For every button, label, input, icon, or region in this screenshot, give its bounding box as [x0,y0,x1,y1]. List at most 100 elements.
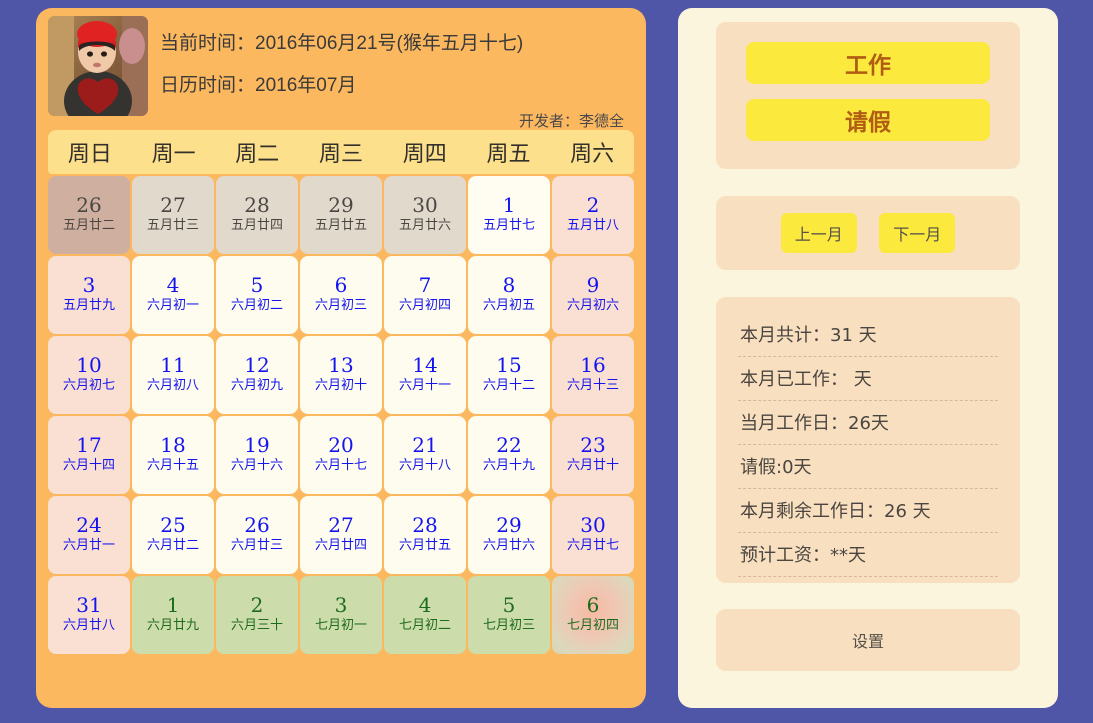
day-cell[interactable]: 5 七月初三 [468,576,550,654]
day-cell[interactable]: 29 五月廿五 [300,176,382,254]
day-lunar-label: 六月廿四 [314,538,367,554]
day-cell[interactable]: 19 六月十六 [216,416,298,494]
weekday-header-1: 周一 [151,142,196,167]
day-number: 21 [412,433,438,458]
day-number: 24 [76,513,102,538]
day-number: 1 [166,593,180,618]
day-cell[interactable]: 5 六月初二 [216,256,298,334]
date-grid: 26 五月廿二 27 五月廿三 28 五月廿四 29 五月廿五 30 五月廿六 1 五月廿七 2 五月廿八… [48,176,634,654]
day-lunar-label: 六月初二 [230,298,283,314]
day-cell[interactable]: 2 六月三十 [216,576,298,654]
leave-button[interactable]: 请假 [746,99,990,141]
day-number: 4 [418,593,432,618]
day-cell[interactable]: 30 六月廿七 [552,496,634,574]
stat-row: 请假:0天 [738,445,998,489]
day-cell[interactable]: 27 六月廿四 [300,496,382,574]
day-cell[interactable]: 21 六月十八 [384,416,466,494]
day-lunar-label: 五月廿五 [314,218,367,234]
day-lunar-label: 五月廿四 [230,218,283,234]
day-cell[interactable]: 13 六月初十 [300,336,382,414]
day-cell[interactable]: 12 六月初九 [216,336,298,414]
day-number: 28 [412,513,438,538]
day-cell[interactable]: 11 六月初八 [132,336,214,414]
day-lunar-label: 七月初二 [398,618,451,634]
day-number: 14 [412,353,438,378]
day-number: 11 [160,353,186,378]
day-cell[interactable]: 17 六月十四 [48,416,130,494]
weekday-header-5: 周五 [486,142,531,167]
day-number: 26 [244,513,270,538]
day-lunar-label: 六月廿一 [62,538,115,554]
day-cell[interactable]: 15 六月十二 [468,336,550,414]
day-number: 29 [328,193,354,218]
day-lunar-label: 六月初七 [62,378,115,394]
day-cell[interactable]: 16 六月十三 [552,336,634,414]
day-lunar-label: 六月廿三 [230,538,283,554]
day-cell[interactable]: 1 五月廿七 [468,176,550,254]
developer-text: 开发者：李德全 [518,113,624,130]
day-number: 3 [334,593,348,618]
day-cell[interactable]: 6 六月初三 [300,256,382,334]
settings-button[interactable]: 设置 [716,609,1020,671]
actions-card: 工作 请假 [716,22,1020,169]
day-lunar-label: 六月廿五 [398,538,451,554]
day-number: 2 [586,193,600,218]
day-number: 4 [166,273,180,298]
day-number: 20 [328,433,354,458]
day-cell[interactable]: 1 六月廿九 [132,576,214,654]
day-cell[interactable]: 31 六月廿八 [48,576,130,654]
day-cell[interactable]: 22 六月十九 [468,416,550,494]
prev-month-button[interactable]: 上一月 [780,213,857,253]
day-cell[interactable]: 27 五月廿三 [132,176,214,254]
day-lunar-label: 五月廿三 [146,218,199,234]
day-cell[interactable]: 10 六月初七 [48,336,130,414]
day-cell[interactable]: 18 六月十五 [132,416,214,494]
day-cell[interactable]: 23 六月廿十 [552,416,634,494]
day-number: 3 [82,273,96,298]
day-number: 17 [76,433,102,458]
day-number: 6 [334,273,348,298]
avatar [48,16,148,116]
day-lunar-label: 七月初三 [482,618,535,634]
day-cell[interactable]: 29 六月廿六 [468,496,550,574]
day-cell[interactable]: 28 五月廿四 [216,176,298,254]
day-cell[interactable]: 20 六月十七 [300,416,382,494]
day-cell[interactable]: 2 五月廿八 [552,176,634,254]
day-cell[interactable]: 4 七月初二 [384,576,466,654]
stat-row: 预计工资：**天 [738,533,998,577]
day-lunar-label: 六月十九 [482,458,535,474]
day-cell[interactable]: 26 六月廿三 [216,496,298,574]
day-cell[interactable]: 7 六月初四 [384,256,466,334]
day-cell[interactable]: 24 六月廿一 [48,496,130,574]
day-lunar-label: 七月初四 [566,618,619,634]
day-number: 28 [244,193,270,218]
day-cell[interactable]: 6 七月初四 [552,576,634,654]
day-lunar-label: 六月初十 [314,378,367,394]
day-cell[interactable]: 28 六月廿五 [384,496,466,574]
day-number: 2 [250,593,264,618]
day-lunar-label: 六月初一 [146,298,199,314]
day-lunar-label: 五月廿九 [62,298,115,314]
next-month-button[interactable]: 下一月 [879,213,956,253]
day-cell[interactable]: 25 六月廿二 [132,496,214,574]
sidebar-panel: 工作 请假 上一月 下一月 本月共计：31 天本月已工作： 天当月工作日：26天… [678,8,1058,708]
work-button[interactable]: 工作 [746,42,990,84]
day-cell[interactable]: 4 六月初一 [132,256,214,334]
day-cell[interactable]: 26 五月廿二 [48,176,130,254]
day-cell[interactable]: 14 六月十一 [384,336,466,414]
day-number: 23 [580,433,606,458]
day-lunar-label: 六月初六 [566,298,619,314]
day-lunar-label: 五月廿二 [62,218,115,234]
day-lunar-label: 五月廿六 [398,218,451,234]
day-lunar-label: 六月初九 [230,378,283,394]
weekday-header-3: 周三 [319,142,364,167]
day-cell[interactable]: 3 五月廿九 [48,256,130,334]
day-lunar-label: 六月廿六 [482,538,535,554]
day-cell[interactable]: 8 六月初五 [468,256,550,334]
day-lunar-label: 六月十一 [398,378,451,394]
day-cell[interactable]: 9 六月初六 [552,256,634,334]
day-cell[interactable]: 30 五月廿六 [384,176,466,254]
day-number: 12 [244,353,270,378]
calendar-time-text: 日历时间：2016年07月 [160,74,357,96]
day-cell[interactable]: 3 七月初一 [300,576,382,654]
